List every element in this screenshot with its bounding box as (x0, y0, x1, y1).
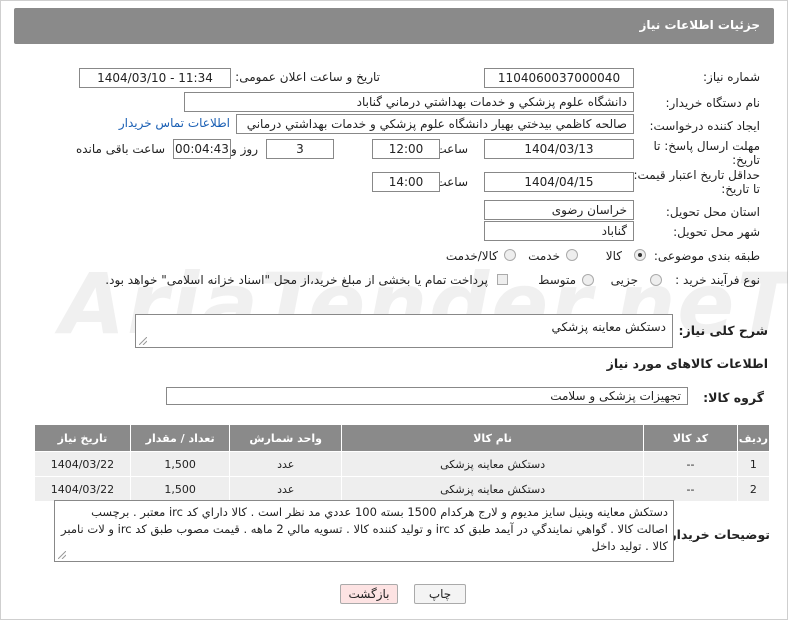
cell-code: -- (643, 476, 738, 502)
category-label: طبقه بندی موضوعی: (653, 249, 760, 263)
cell-qty: 1,500 (129, 451, 231, 477)
need-number-label: شماره نیاز: (703, 70, 760, 84)
summary-field[interactable]: دستكش معاينه پزشكي (135, 314, 673, 348)
process-medium-label: متوسط (538, 273, 576, 287)
col-qty-header: تعداد / مقدار (129, 424, 231, 452)
treasury-checkbox[interactable] (497, 274, 508, 285)
goods-section-title: اطلاعات کالاهای مورد نیاز (606, 356, 768, 371)
cell-row: 2 (736, 476, 771, 502)
deadline-label-2: تاریخ: (732, 153, 760, 167)
province-field[interactable]: خراسان رضوی (484, 200, 634, 220)
summary-label: شرح کلی نیاز: (678, 323, 768, 338)
col-row-header: ردیف (736, 424, 771, 452)
table-row[interactable]: 2 -- دستکش معاینه پزشکی عدد 1,500 1404/0… (34, 476, 771, 502)
deadline-days-field[interactable]: 3 (266, 139, 334, 159)
deadline-days-label: روز و (231, 142, 258, 156)
cell-row: 1 (736, 451, 771, 477)
announce-label: تاریخ و ساعت اعلان عمومی: (235, 70, 380, 84)
items-table: ردیف کد کالا نام کالا واحد شمارش تعداد /… (34, 424, 771, 502)
validity-label: حداقل تاریخ اعتبار قیمت: (633, 168, 760, 182)
cell-name: دستکش معاینه پزشکی (340, 476, 645, 502)
col-name-header: نام کالا (340, 424, 645, 452)
header-bar: جزئیات اطلاعات نیاز (14, 8, 774, 44)
cell-qty: 1,500 (129, 476, 231, 502)
summary-text: دستكش معاينه پزشكي (551, 320, 667, 334)
cell-name: دستکش معاینه پزشکی (340, 451, 645, 477)
buyer-org-field[interactable]: دانشگاه علوم پزشكي و خدمات بهداشتي درمان… (184, 92, 634, 112)
col-code-header: کد کالا (643, 424, 738, 452)
process-minor-radio[interactable] (650, 274, 662, 286)
cell-code: -- (643, 451, 738, 477)
need-number-field[interactable]: 1104060037000040 (484, 68, 634, 88)
cell-unit: عدد (229, 476, 342, 502)
province-label: استان محل تحویل: (665, 205, 760, 219)
buyer-notes-text: دستكش معاينه وينيل سايز مديوم و لارج هرك… (61, 505, 668, 553)
remaining-label: ساعت باقی مانده (75, 142, 165, 156)
buyer-org-label: نام دستگاه خریدار: (665, 96, 761, 110)
goods-group-label: گروه کالا: (703, 390, 764, 405)
table-header-row: ردیف کد کالا نام کالا واحد شمارش تعداد /… (34, 424, 771, 452)
process-medium-radio[interactable] (582, 274, 594, 286)
validity-date-field[interactable]: 1404/04/15 (484, 172, 634, 192)
remaining-time-field[interactable]: 00:04:43 (173, 139, 231, 159)
cell-date: 1404/03/22 (34, 451, 131, 477)
table-row[interactable]: 1 -- دستکش معاینه پزشکی عدد 1,500 1404/0… (34, 451, 771, 477)
announce-field[interactable]: 1404/03/10 - 11:34 (79, 68, 231, 88)
city-label: شهر محل تحویل: (673, 225, 760, 239)
print-button[interactable]: چاپ (414, 584, 466, 604)
category-goods-label: کالا (605, 249, 622, 263)
validity-label-2: تا تاریخ: (721, 182, 760, 196)
deadline-date-field[interactable]: 1404/03/13 (484, 139, 634, 159)
col-unit-header: واحد شمارش (229, 424, 342, 452)
process-label: نوع فرآیند خرید : (675, 273, 760, 287)
requester-label: ایجاد کننده درخواست: (649, 119, 760, 133)
validity-time-label: ساعت (435, 175, 468, 189)
category-mixed-label: کالا/خدمت (445, 249, 498, 263)
resize-grip-icon[interactable] (139, 337, 147, 345)
category-goods-radio[interactable] (634, 249, 646, 261)
category-service-label: خدمت (528, 249, 560, 263)
col-date-header: تاریخ نیاز (34, 424, 131, 452)
requester-field[interactable]: صالحه كاظمي بيدختي بهيار دانشگاه علوم پز… (236, 114, 634, 134)
city-field[interactable]: گناباد (484, 221, 634, 241)
deadline-time-field[interactable]: 12:00 (372, 139, 440, 159)
buyer-contact-link[interactable]: اطلاعات تماس خریدار (119, 116, 230, 130)
goods-group-field[interactable]: تجهیزات پزشکی و سلامت (166, 387, 688, 405)
deadline-label: مهلت ارسال پاسخ: تا (653, 139, 760, 153)
process-minor-label: جزیی (610, 273, 638, 287)
treasury-note: پرداخت تمام یا بخشی از مبلغ خرید،از محل … (105, 273, 488, 287)
validity-time-field[interactable]: 14:00 (372, 172, 440, 192)
category-service-radio[interactable] (566, 249, 578, 261)
buyer-notes-label: توضیحات خریدار: (664, 527, 770, 542)
buyer-notes-field[interactable]: دستكش معاينه وينيل سايز مديوم و لارج هرك… (54, 500, 674, 562)
back-button[interactable]: بازگشت (340, 584, 398, 604)
cell-date: 1404/03/22 (34, 476, 131, 502)
page-title: جزئیات اطلاعات نیاز (639, 18, 760, 32)
category-mixed-radio[interactable] (504, 249, 516, 261)
deadline-time-label: ساعت (435, 142, 468, 156)
resize-grip-icon[interactable] (58, 551, 66, 559)
cell-unit: عدد (229, 451, 342, 477)
